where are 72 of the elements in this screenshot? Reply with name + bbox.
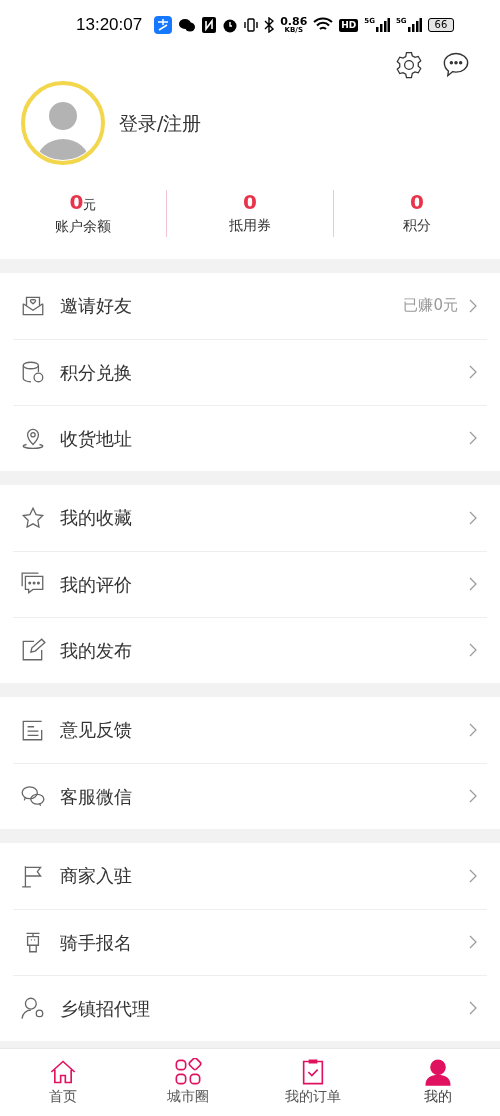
signal-icon (375, 18, 390, 32)
edit-icon (20, 637, 46, 663)
menu-extra: 已赚0元 (403, 295, 458, 317)
chevron-right-icon (468, 934, 478, 950)
stat-value: 0 (69, 190, 84, 214)
menu-label: 收货地址 (60, 426, 133, 451)
tab[interactable]: 我的订单 (250, 1049, 375, 1116)
tab[interactable]: 首页 (0, 1049, 125, 1116)
menu-item[interactable]: 骑手报名 (13, 908, 487, 975)
menu-label: 邀请好友 (60, 294, 133, 318)
app-notification-icon (154, 16, 173, 34)
menu-item[interactable]: 商家入驻 (13, 842, 487, 909)
tab-label: 我的 (423, 1087, 452, 1106)
stat-label: 积分 (403, 216, 431, 235)
home-icon (48, 1058, 77, 1086)
login-register-link[interactable]: 登录/注册 (119, 108, 202, 138)
menu-item[interactable]: 我的发布 (13, 616, 487, 683)
stat-value: 0 (243, 190, 257, 214)
menu-item[interactable]: 乡镇招代理 (13, 974, 487, 1041)
person-icon (423, 1058, 452, 1086)
alarm-icon (222, 17, 239, 33)
menu-label: 商家入驻 (60, 864, 133, 888)
database-icon (20, 359, 46, 385)
chat-bubble-icon (20, 571, 46, 597)
user-icon (20, 995, 46, 1021)
stat-unit: 元 (83, 197, 97, 214)
grid-icon (173, 1058, 202, 1086)
chevron-right-icon (468, 509, 478, 526)
menu-label: 乡镇招代理 (60, 996, 151, 1021)
tab[interactable]: 城市圈 (125, 1049, 250, 1116)
menu-label: 客服微信 (60, 784, 133, 809)
settings-icon[interactable] (394, 50, 424, 80)
menu-item[interactable]: 收货地址 (13, 404, 487, 471)
tab[interactable]: 我的 (375, 1049, 500, 1116)
stat-value: 0 (410, 190, 424, 214)
tab-label: 我的订单 (284, 1087, 341, 1106)
vibrate-icon (244, 17, 259, 33)
nfc-icon (202, 17, 217, 33)
chevron-right-icon (468, 788, 478, 804)
chevron-right-icon (468, 867, 478, 884)
chevron-right-icon (468, 576, 478, 592)
chevron-right-icon (468, 364, 478, 380)
stat-label: 抵用券 (229, 216, 271, 235)
menu-label: 我的评价 (60, 572, 133, 597)
bluetooth-icon (264, 17, 275, 33)
menu-label: 我的发布 (60, 638, 133, 663)
menu-item[interactable]: 意见反馈 (13, 696, 487, 763)
network-speed: 0.86 (280, 16, 308, 27)
message-icon[interactable] (442, 50, 470, 78)
menu-item[interactable]: 积分兑换 (13, 338, 487, 405)
menu-label: 骑手报名 (60, 930, 133, 955)
tab-label: 城市圈 (166, 1087, 209, 1106)
menu-item[interactable]: 我的评价 (13, 550, 487, 617)
battery-indicator: 66 (427, 18, 455, 32)
wechat-icon (20, 783, 46, 809)
chevron-right-icon (468, 642, 478, 658)
stat-label: 账户余额 (55, 216, 111, 236)
signal-icon (407, 18, 422, 32)
hd-label: HD (339, 18, 359, 32)
menu-label: 我的收藏 (60, 506, 133, 530)
tab-label: 首页 (48, 1087, 77, 1106)
menu-label: 意见反馈 (60, 718, 133, 742)
wechat-status-icon (178, 17, 197, 33)
menu-item[interactable]: 客服微信 (13, 762, 487, 829)
menu-item[interactable]: 我的收藏 (13, 484, 487, 551)
chevron-right-icon (468, 430, 478, 446)
chevron-right-icon (468, 1000, 478, 1016)
status-time: 13:20:07 (76, 14, 143, 37)
menu-label: 积分兑换 (60, 360, 133, 385)
chevron-right-icon (468, 297, 478, 314)
menu-item[interactable]: 邀请好友 已赚0元 (13, 272, 487, 339)
chevron-right-icon (468, 721, 478, 738)
